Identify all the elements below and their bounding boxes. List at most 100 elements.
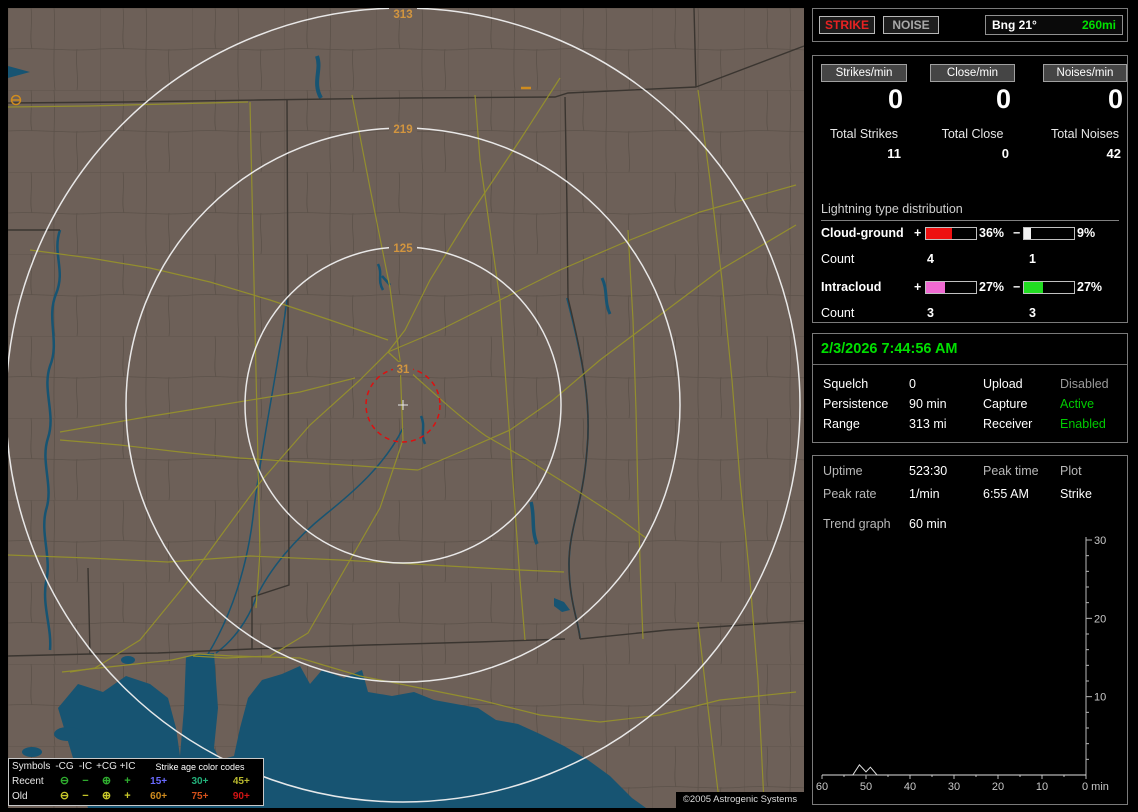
total-close-value: 0 bbox=[1001, 146, 1009, 161]
capture-label: Capture bbox=[983, 397, 1028, 411]
legend-recent-row: Recent ⊖ − ⊕ + 15+ 30+ 45+ bbox=[9, 774, 263, 789]
legend-header-row: Symbols -CG -IC +CG +IC Strike age color… bbox=[9, 759, 263, 774]
svg-text:10: 10 bbox=[1036, 781, 1048, 793]
current-datetime: 2/3/2026 7:44:56 AM bbox=[821, 341, 958, 357]
legend-recent-label: Recent bbox=[12, 776, 44, 787]
total-strikes-value: 11 bbox=[887, 146, 901, 161]
cg-minus-pct: 9% bbox=[1077, 226, 1096, 240]
strikes-column: Strikes/min 0 Total Strikes 11 bbox=[821, 64, 907, 161]
receiver-status: Enabled bbox=[1060, 417, 1106, 431]
intracloud-label: Intracloud bbox=[821, 280, 882, 294]
legend-col-pos-ic: +IC bbox=[119, 761, 136, 772]
legend-age-header: Strike age color codes bbox=[155, 761, 245, 772]
cg-plus-count: 4 bbox=[927, 252, 934, 266]
capture-status: Active bbox=[1060, 397, 1095, 411]
settings-row: Persistence 90 min Capture Active bbox=[813, 397, 1127, 412]
plus-sign: + bbox=[914, 226, 922, 240]
status-trend-section: Uptime 523:30 Peak time Plot Peak rate 1… bbox=[812, 455, 1128, 805]
ic-minus-bar bbox=[1023, 281, 1075, 294]
close-per-min-label: Close/min bbox=[930, 64, 1015, 82]
svg-text:20: 20 bbox=[992, 781, 1004, 793]
settings-row: Squelch 0 Upload Disabled bbox=[813, 377, 1127, 392]
pos-cg-old-icon: ⊕ bbox=[101, 790, 112, 802]
cloud-ground-row: Cloud-ground + 36% − 9% bbox=[821, 226, 1119, 240]
ring-label-219: 219 bbox=[393, 124, 412, 136]
pos-ic-old-icon: + bbox=[124, 790, 131, 802]
ic-plus-pct: 27% bbox=[979, 280, 1005, 294]
cg-plus-bar bbox=[925, 227, 977, 240]
upload-label: Upload bbox=[983, 377, 1023, 391]
close-column: Close/min 0 Total Close 0 bbox=[930, 64, 1015, 161]
neg-cg-old-icon: ⊖ bbox=[59, 790, 70, 802]
cg-minus-bar bbox=[1023, 227, 1075, 240]
cloud-ground-label: Cloud-ground bbox=[821, 226, 904, 240]
age-45: 45+ bbox=[232, 776, 250, 787]
age-15: 15+ bbox=[150, 776, 168, 787]
time-settings-section: 2/3/2026 7:44:56 AM Squelch 0 Upload Dis… bbox=[812, 333, 1128, 443]
legend-col-neg-cg: -CG bbox=[55, 761, 74, 772]
squelch-label: Squelch bbox=[823, 377, 869, 391]
map-copyright: ©2005 Astrogenic Systems bbox=[676, 792, 804, 808]
svg-text:10: 10 bbox=[1094, 692, 1106, 704]
cloud-ground-count-row: Count 4 1 bbox=[821, 252, 1119, 266]
ic-minus-count: 3 bbox=[1029, 306, 1036, 320]
noises-per-min-label: Noises/min bbox=[1043, 64, 1127, 82]
persistence-value: 90 min bbox=[909, 397, 947, 411]
age-30: 30+ bbox=[191, 776, 209, 787]
svg-text:20: 20 bbox=[1094, 613, 1106, 625]
total-close-label: Total Close bbox=[941, 127, 1004, 141]
range-value: 313 mi bbox=[909, 417, 947, 431]
strikes-per-min-label: Strikes/min bbox=[821, 64, 907, 82]
plus-sign: + bbox=[914, 280, 922, 294]
svg-text:60: 60 bbox=[816, 781, 828, 793]
noise-mode-button[interactable]: NOISE bbox=[883, 16, 939, 34]
noises-per-min-value: 0 bbox=[1107, 84, 1123, 114]
cg-minus-count: 1 bbox=[1029, 252, 1036, 266]
neg-ic-old-icon: − bbox=[82, 790, 89, 802]
ic-plus-bar bbox=[925, 281, 977, 294]
age-75: 75+ bbox=[191, 791, 209, 802]
legend-old-label: Old bbox=[12, 791, 28, 802]
noises-column: Noises/min 0 Total Noises 42 bbox=[1043, 64, 1127, 161]
ic-minus-pct: 27% bbox=[1077, 280, 1103, 294]
svg-text:30: 30 bbox=[948, 781, 960, 793]
count-label: Count bbox=[821, 306, 855, 320]
close-per-min-value: 0 bbox=[995, 84, 1011, 114]
bearing-distance: 260mi bbox=[1081, 18, 1116, 32]
pos-ic-recent-icon: + bbox=[124, 775, 131, 787]
total-noises-value: 42 bbox=[1106, 146, 1121, 161]
ic-plus-count: 3 bbox=[927, 306, 934, 320]
separator bbox=[813, 364, 1127, 365]
svg-text:30: 30 bbox=[1094, 535, 1106, 547]
statistics-section: Strikes/min 0 Total Strikes 11 Close/min… bbox=[812, 55, 1128, 323]
bearing-value: Bng 21° bbox=[992, 18, 1037, 32]
intracloud-row: Intracloud + 27% − 27% bbox=[821, 280, 1119, 294]
trend-graph: 10 20 30 60 50 40 30 20 10 0 min bbox=[816, 535, 1109, 793]
strike-mode-button[interactable]: STRIKE bbox=[819, 16, 875, 34]
svg-text:0 min: 0 min bbox=[1082, 781, 1109, 793]
cg-plus-pct: 36% bbox=[979, 226, 1005, 240]
status-panel: STRIKE NOISE 260mi Bng 21° Strikes/min 0… bbox=[812, 0, 1130, 812]
neg-cg-recent-icon: ⊖ bbox=[59, 775, 70, 787]
ring-label-125: 125 bbox=[393, 243, 413, 255]
map-canvas: 313 219 125 31 bbox=[8, 8, 804, 808]
lightning-map[interactable]: 313 219 125 31 Symbols -CG -IC +CG +IC S… bbox=[8, 8, 804, 808]
bearing-readout: 260mi Bng 21° bbox=[985, 15, 1123, 35]
age-60: 60+ bbox=[150, 791, 168, 802]
neg-ic-recent-icon: − bbox=[82, 775, 89, 787]
age-90: 90+ bbox=[232, 791, 250, 802]
minus-sign: − bbox=[1013, 280, 1021, 294]
mode-section: STRIKE NOISE 260mi Bng 21° bbox=[812, 8, 1128, 42]
minus-sign: − bbox=[1013, 226, 1021, 240]
count-label: Count bbox=[821, 252, 855, 266]
strikes-per-min-value: 0 bbox=[887, 84, 903, 114]
receiver-label: Receiver bbox=[983, 417, 1033, 431]
strike-symbol-legend: Symbols -CG -IC +CG +IC Strike age color… bbox=[8, 758, 264, 806]
ring-label-313: 313 bbox=[393, 9, 412, 21]
total-strikes-label: Total Strikes bbox=[829, 127, 899, 141]
svg-text:50: 50 bbox=[860, 781, 872, 793]
intracloud-count-row: Count 3 3 bbox=[821, 306, 1119, 320]
squelch-value: 0 bbox=[909, 377, 916, 391]
pos-cg-recent-icon: ⊕ bbox=[101, 775, 112, 787]
settings-row: Range 313 mi Receiver Enabled bbox=[813, 417, 1127, 432]
